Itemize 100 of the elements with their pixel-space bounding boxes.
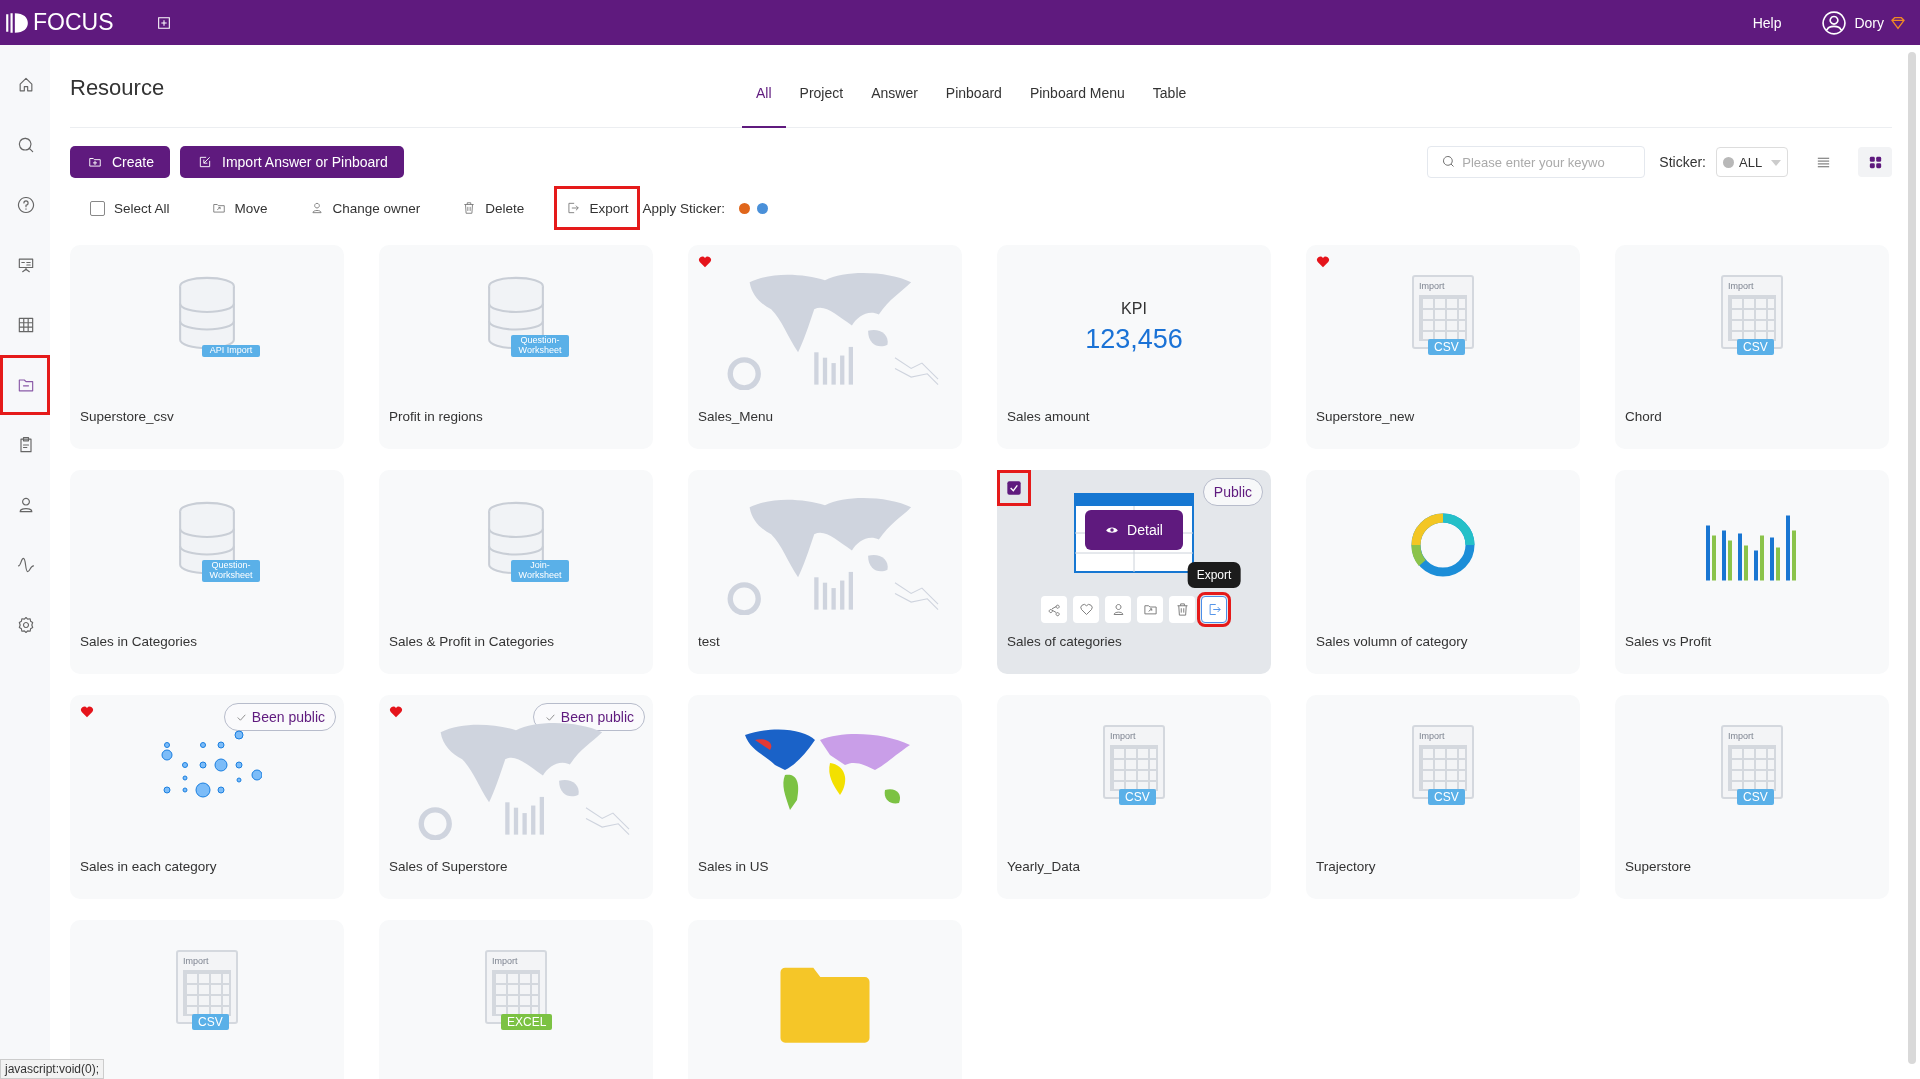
sidebar-item[interactable]: [0, 355, 50, 415]
resource-card[interactable]: Been public Sales of Superstore: [379, 695, 653, 899]
card-checkbox[interactable]: [1006, 480, 1022, 496]
tab[interactable]: Pinboard Menu: [1015, 55, 1139, 128]
share-icon[interactable]: [1046, 602, 1062, 617]
card-action-button[interactable]: [1105, 596, 1131, 623]
import-icon[interactable]: [198, 155, 213, 169]
view-toggle-button[interactable]: [1858, 147, 1892, 177]
card-title: Sales of Superstore: [388, 859, 509, 874]
resource-card[interactable]: Import CSV Yearly_Data: [997, 695, 1271, 899]
tab[interactable]: Table: [1138, 55, 1201, 128]
source-badge: Question-Worksheet: [202, 560, 260, 582]
tab[interactable]: Project: [785, 55, 858, 128]
card-title: Superstore: [1624, 859, 1693, 874]
resource-card[interactable]: Question-Worksheet Sales in Categories: [70, 470, 344, 674]
kpi-value: 123,456: [1085, 323, 1183, 355]
resource-card[interactable]: Import EXCEL: [379, 920, 653, 1079]
card-title: Sales_Menu: [697, 409, 775, 424]
card-title: Sales vs Profit: [1624, 634, 1713, 649]
resource-card[interactable]: Sales vs Profit: [1615, 470, 1889, 674]
resource-card[interactable]: Question-Worksheet Profit in regions: [379, 245, 653, 449]
card-title: Superstore_new: [1315, 409, 1416, 424]
card-title: Sales in each category: [79, 859, 218, 874]
resource-card[interactable]: Public Detail Export Sales of categories: [997, 470, 1271, 674]
tab[interactable]: Answer: [857, 55, 932, 128]
card-title: Yearly_Data: [1006, 859, 1082, 874]
search-icon[interactable]: [16, 135, 36, 155]
user-icon[interactable]: [1110, 602, 1126, 617]
toolbar-action[interactable]: Delete: [450, 186, 537, 230]
resource-card[interactable]: Import CSV Superstore_new: [1306, 245, 1580, 449]
tab[interactable]: All: [742, 55, 786, 128]
card-title: test: [697, 634, 721, 649]
help-icon[interactable]: [16, 195, 36, 215]
user-avatar-icon[interactable]: [1821, 9, 1848, 36]
file-type-badge: CSV: [1119, 789, 1156, 805]
file-type-badge: CSV: [1428, 339, 1465, 355]
card-title: Sales in Categories: [79, 634, 199, 649]
page-title: Resource: [70, 73, 165, 101]
sticker-dot[interactable]: [738, 202, 750, 214]
help-link[interactable]: Help: [1752, 14, 1782, 31]
toolbar-action[interactable]: Export: [554, 186, 641, 230]
settings-icon[interactable]: [16, 615, 36, 635]
heart-icon[interactable]: [1078, 602, 1094, 617]
heart-icon[interactable]: [698, 255, 712, 269]
card-title: Sales volumn of category: [1315, 634, 1469, 649]
kpi-label: KPI: [1121, 299, 1147, 318]
trash-icon[interactable]: [462, 201, 477, 215]
search-field[interactable]: Please enter your keywo: [1427, 146, 1646, 178]
export-icon[interactable]: [1206, 602, 1222, 617]
file-type-badge: CSV: [192, 1014, 229, 1030]
file-type-badge: CSV: [1737, 339, 1774, 355]
resource-card[interactable]: Import CSV Trajectory: [1306, 695, 1580, 899]
app-logo-text: FOCUS: [33, 9, 114, 36]
tab[interactable]: Pinboard: [931, 55, 1016, 128]
apply-sticker-label: Apply Sticker:: [642, 200, 725, 216]
source-badge: API Import: [202, 345, 260, 357]
sticker-label: Sticker:: [1659, 154, 1706, 170]
pulse-icon[interactable]: [16, 555, 36, 575]
resource-card[interactable]: KPI 123,456 Sales amount: [997, 245, 1271, 449]
user-name[interactable]: Dory: [1854, 14, 1884, 31]
folder-arrow-icon[interactable]: [211, 201, 226, 215]
toolbar-action[interactable]: Change owner: [297, 186, 433, 230]
resource-card[interactable]: test: [688, 470, 962, 674]
folder-plus-icon[interactable]: [88, 155, 102, 169]
grid-icon[interactable]: [16, 315, 36, 335]
primary-button[interactable]: Import Answer or Pinboard: [180, 146, 404, 178]
resource-card[interactable]: Join-Worksheet Sales & Profit in Categories: [379, 470, 653, 674]
card-action-button[interactable]: [1041, 596, 1067, 623]
card-action-button[interactable]: [1137, 596, 1163, 623]
resource-card[interactable]: Been public Sales in each category: [70, 695, 344, 899]
card-title: Sales & Profit in Categories: [388, 634, 556, 649]
add-icon[interactable]: [155, 14, 172, 31]
resource-card[interactable]: Sales in US: [688, 695, 962, 899]
detail-button[interactable]: Detail: [1085, 510, 1183, 550]
primary-button[interactable]: Create: [70, 146, 171, 178]
sticker-dot[interactable]: [756, 202, 768, 214]
export-icon[interactable]: [566, 201, 581, 215]
card-action-button[interactable]: [1169, 596, 1195, 623]
public-badge: Been public: [223, 703, 336, 731]
toolbar-action[interactable]: Move: [199, 186, 280, 230]
heart-icon[interactable]: [389, 705, 403, 719]
file-type-badge: CSV: [1737, 789, 1774, 805]
scrollbar[interactable]: [1908, 52, 1916, 1064]
resource-card[interactable]: Sales_Menu: [688, 245, 962, 449]
heart-icon[interactable]: [1316, 255, 1330, 269]
card-title: Profit in regions: [388, 409, 484, 424]
user-icon[interactable]: [309, 201, 324, 215]
heart-icon[interactable]: [80, 705, 94, 719]
resource-card[interactable]: Import CSV Superstore: [1615, 695, 1889, 899]
resource-card[interactable]: Import CSV Chord: [1615, 245, 1889, 449]
card-title: Sales in US: [697, 859, 770, 874]
folder-arrow-icon[interactable]: [1142, 602, 1158, 617]
select-all-checkbox[interactable]: Select All: [78, 186, 182, 230]
file-type-badge: EXCEL: [501, 1014, 553, 1030]
sticker-dropdown[interactable]: ALL: [1716, 147, 1788, 177]
resource-card[interactable]: API Import Superstore_csv: [70, 245, 344, 449]
card-action-button[interactable]: [1073, 596, 1099, 623]
file-type-badge: CSV: [1428, 789, 1465, 805]
source-badge: Question-Worksheet: [511, 335, 569, 357]
resource-card[interactable]: Sales volumn of category: [1306, 470, 1580, 674]
